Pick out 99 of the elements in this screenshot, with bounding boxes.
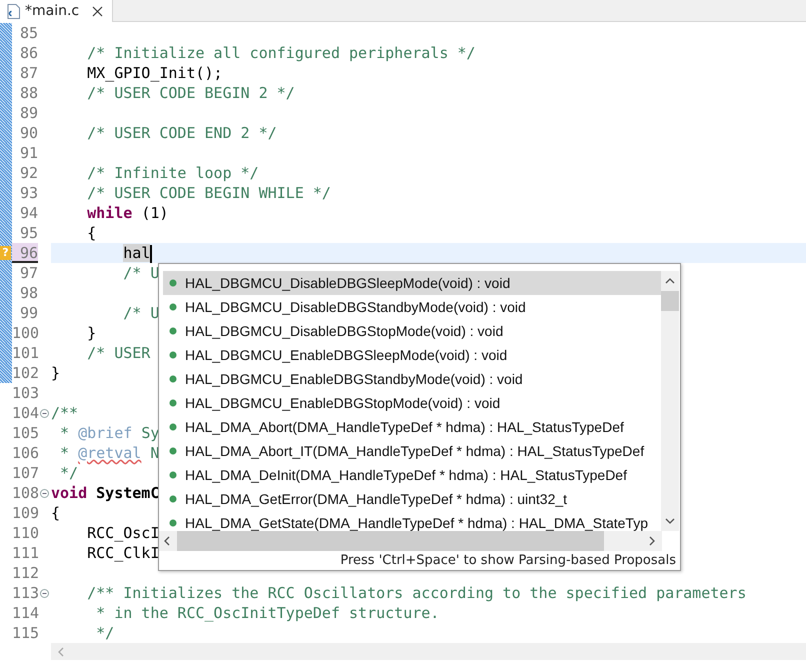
- line-number: 108: [12, 483, 38, 503]
- scroll-left-icon[interactable]: [163, 535, 171, 547]
- function-icon: [169, 351, 177, 359]
- fold-icon[interactable]: [40, 588, 49, 598]
- line-number: 102: [12, 363, 38, 383]
- function-icon: [169, 519, 177, 527]
- line-number: 110: [12, 523, 38, 543]
- completion-item[interactable]: HAL_DBGMCU_EnableDBGStopMode(void) : void: [163, 391, 661, 415]
- scroll-thumb[interactable]: [177, 531, 604, 551]
- line-number: 85: [18, 23, 38, 43]
- function-icon: [169, 447, 177, 455]
- code-text: }: [51, 364, 60, 382]
- line-number: 109: [12, 503, 38, 523]
- code-comment: /* Initialize all configured peripherals */: [87, 44, 476, 62]
- line-number: 105: [12, 423, 38, 443]
- function-icon: [169, 471, 177, 479]
- code-comment: /** Initializes the RCC Oscillators according to the specified parameters: [87, 584, 746, 602]
- function-icon: [169, 495, 177, 503]
- code-text: {: [87, 224, 96, 242]
- horizontal-scrollbar[interactable]: [51, 643, 806, 660]
- close-icon[interactable]: [92, 6, 104, 16]
- line-number: 104: [12, 403, 38, 423]
- code-text: RCC_ClkI: [87, 544, 160, 562]
- doc-tag: @brief: [78, 424, 132, 442]
- completion-item[interactable]: HAL_DBGMCU_DisableDBGSleepMode(void) : void: [163, 271, 661, 295]
- code-comment: */: [96, 624, 114, 642]
- code-comment: /* USER: [87, 344, 150, 362]
- line-number: 98: [18, 283, 38, 303]
- function-icon: [169, 423, 177, 431]
- code-text: MX_GPIO_Init();: [87, 64, 223, 82]
- line-number: 90: [18, 123, 38, 143]
- line-number: 114: [12, 603, 38, 623]
- completion-item[interactable]: HAL_DBGMCU_DisableDBGStopMode(void) : void: [163, 319, 661, 343]
- function-icon: [169, 375, 177, 383]
- file-icon: [7, 4, 20, 18]
- line-number: 88: [18, 83, 38, 103]
- line-number: 115: [12, 623, 38, 643]
- completion-item[interactable]: HAL_DMA_GetError(DMA_HandleTypeDef * hdma) : uint32_t: [163, 487, 661, 511]
- completion-item[interactable]: HAL_DBGMCU_DisableDBGStandbyMode(void) : void: [163, 295, 661, 319]
- code-keyword: while: [87, 204, 132, 222]
- code-text: SystemC: [96, 484, 160, 502]
- line-number: 86: [18, 43, 38, 63]
- fold-icon[interactable]: [40, 488, 49, 498]
- completion-item[interactable]: HAL_DMA_Abort(DMA_HandleTypeDef * hdma) : HAL_StatusTypeDef: [163, 415, 661, 439]
- line-number: 100: [12, 323, 38, 343]
- line-number: 87: [18, 63, 38, 83]
- completion-item[interactable]: HAL_DMA_DeInit(DMA_HandleTypeDef * hdma) : HAL_StatusTypeDef: [163, 463, 661, 487]
- code-comment: Sy: [141, 424, 160, 442]
- text-cursor: [150, 244, 152, 263]
- line-number: 99: [18, 303, 38, 323]
- code-comment: * in the RCC_OscInitTypeDef structure.: [96, 604, 440, 622]
- vertical-scrollbar[interactable]: [661, 271, 679, 531]
- line-number: 94: [18, 203, 38, 223]
- code-comment: /* USER CODE END 2 */: [87, 124, 277, 142]
- code-comment: *: [60, 424, 70, 442]
- line-number: 101: [12, 343, 38, 363]
- scroll-right-icon[interactable]: [648, 535, 656, 547]
- function-icon: [169, 327, 177, 335]
- completion-hint: Press 'Ctrl+Space' to show Parsing-based Proposals: [340, 553, 676, 568]
- code-keyword: void: [51, 484, 88, 502]
- function-icon: [169, 303, 177, 311]
- line-number: 89: [18, 103, 38, 123]
- code-comment: /* Infinite loop */: [87, 164, 259, 182]
- completion-item[interactable]: HAL_DMA_GetState(DMA_HandleTypeDef * hdma) : HAL_DMA_StateTyp: [163, 511, 661, 531]
- fold-icon[interactable]: [40, 408, 49, 418]
- code-text: }: [87, 324, 96, 342]
- editor-tab[interactable]: *main.c: [0, 0, 114, 22]
- line-number: 103: [12, 383, 38, 403]
- code-text: hal: [123, 244, 150, 262]
- line-number: 97: [18, 263, 38, 283]
- code-comment: /* USER CODE BEGIN WHILE */: [87, 184, 331, 202]
- code-comment: *: [60, 444, 70, 462]
- line-number: 106: [12, 443, 38, 463]
- line-number: 93: [18, 183, 38, 203]
- completion-item[interactable]: HAL_DBGMCU_EnableDBGSleepMode(void) : void: [163, 343, 661, 367]
- tab-title: *main.c: [25, 3, 80, 19]
- horizontal-scrollbar[interactable]: [159, 531, 662, 551]
- line-number: 107: [12, 463, 38, 483]
- function-icon: [169, 399, 177, 407]
- code-comment: /**: [51, 404, 78, 422]
- code-text: (1): [141, 204, 168, 222]
- scroll-up-icon[interactable]: [664, 277, 676, 285]
- line-number: 96: [12, 243, 38, 263]
- scroll-down-icon[interactable]: [664, 517, 676, 525]
- code-text: {: [51, 504, 60, 522]
- line-number: 95: [18, 223, 38, 243]
- completion-item[interactable]: HAL_DBGMCU_EnableDBGStandbyMode(void) : void: [163, 367, 661, 391]
- function-icon: [169, 279, 177, 287]
- scroll-thumb[interactable]: [661, 291, 679, 311]
- line-number: 92: [18, 163, 38, 183]
- line-number: 111: [12, 543, 38, 563]
- line-number: 91: [18, 143, 38, 163]
- code-comment: */: [60, 464, 78, 482]
- doc-tag: @retval: [78, 444, 142, 462]
- code-text: RCC_OscI: [87, 524, 160, 542]
- line-number: 112: [12, 563, 38, 583]
- code-comment: /* USER CODE BEGIN 2 */: [87, 84, 295, 102]
- completion-item[interactable]: HAL_DMA_Abort_IT(DMA_HandleTypeDef * hdma) : HAL_StatusTypeDef: [163, 439, 661, 463]
- line-number: 113: [12, 583, 38, 603]
